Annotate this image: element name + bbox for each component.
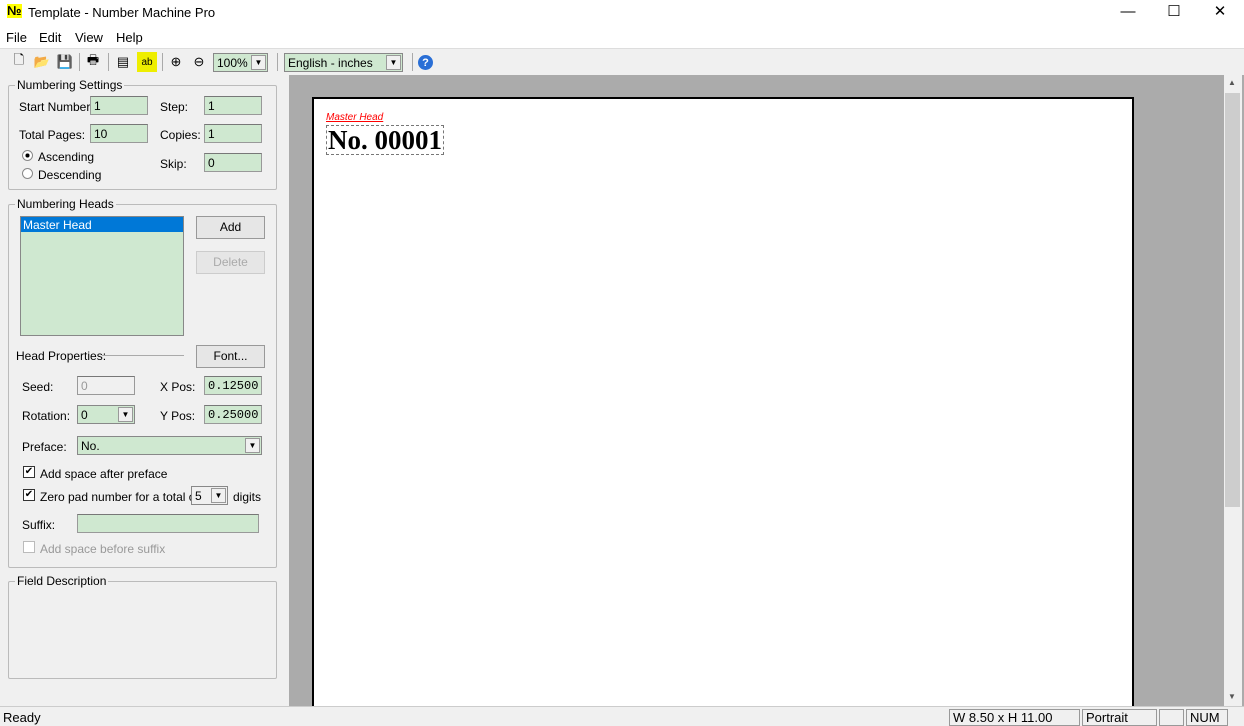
preface-select[interactable]: No. ▼ [77, 436, 262, 455]
chevron-down-icon: ▼ [251, 55, 266, 70]
number-head[interactable]: No. 00001 [326, 125, 444, 155]
y-pos-label: Y Pos: [160, 409, 196, 423]
group-title: Field Description [15, 574, 109, 588]
delete-button[interactable]: Delete [196, 251, 265, 274]
seed-label: Seed: [22, 380, 54, 394]
x-pos-input[interactable]: 0.12500 [204, 376, 262, 395]
add-space-after-label: Add space after preface [40, 467, 168, 481]
digits-select[interactable]: 5 ▼ [191, 486, 228, 505]
group-title: Numbering Heads [15, 197, 116, 211]
chevron-down-icon: ▼ [245, 438, 260, 453]
total-pages-label: Total Pages: [19, 128, 86, 142]
add-space-before-label: Add space before suffix [40, 542, 166, 556]
zoom-out-icon[interactable]: ⊖ [189, 52, 209, 72]
divider [102, 355, 184, 356]
scroll-down-icon[interactable]: ▼ [1228, 692, 1236, 701]
font-button[interactable]: Font... [196, 345, 265, 368]
chevron-down-icon: ▼ [386, 55, 401, 70]
ascending-label: Ascending [38, 150, 95, 164]
add-space-before-checkbox[interactable] [23, 541, 35, 553]
add-space-after-checkbox[interactable]: ✔ [23, 466, 35, 478]
seed-input[interactable]: 0 [77, 376, 135, 395]
step-label: Step: [160, 100, 189, 114]
group-title: Numbering Settings [15, 78, 125, 92]
status-bar: Ready W 8.50 x H 11.00 Portrait NUM [0, 706, 1244, 726]
page-size-status: W 8.50 x H 11.00 [949, 709, 1080, 726]
help-icon[interactable]: ? [418, 55, 433, 70]
zero-pad-label: Zero pad number for a total of [40, 490, 199, 504]
save-icon[interactable]: 💾 [55, 52, 75, 72]
zoom-select[interactable]: 100% ▼ [213, 53, 268, 72]
status-text: Ready [3, 710, 41, 725]
zero-pad-checkbox[interactable]: ✔ [23, 489, 35, 501]
skip-label: Skip: [160, 157, 187, 171]
suffix-label: Suffix: [22, 518, 56, 532]
preface-label: Preface: [22, 440, 67, 454]
start-number-label: Start Number: [19, 100, 94, 114]
chevron-down-icon: ▼ [211, 488, 226, 503]
menu-help[interactable]: Help [116, 30, 143, 45]
descending-label: Descending [38, 168, 102, 182]
menu-view[interactable]: View [75, 30, 103, 45]
num-lock-status: NUM [1186, 709, 1228, 726]
orientation-status: Portrait [1082, 709, 1157, 726]
window-title: Template - Number Machine Pro [28, 5, 216, 20]
rotation-label: Rotation: [22, 409, 71, 423]
menu-file[interactable]: File [6, 30, 27, 45]
heads-list[interactable]: Master Head [20, 216, 184, 336]
open-icon[interactable]: 📂 [32, 52, 52, 72]
step-input[interactable]: 1 [204, 96, 262, 115]
y-pos-input[interactable]: 0.25000 [204, 405, 262, 424]
rotation-select[interactable]: 0 ▼ [77, 405, 135, 424]
page-canvas[interactable]: Master Head No. 00001 [312, 97, 1134, 717]
x-pos-label: X Pos: [160, 380, 196, 394]
menu-edit[interactable]: Edit [39, 30, 61, 45]
close-button[interactable]: ✕ [1197, 0, 1243, 26]
vertical-scrollbar[interactable]: ▲ ▼ [1224, 75, 1242, 706]
scroll-up-icon[interactable]: ▲ [1228, 78, 1236, 87]
copies-label: Copies: [160, 128, 201, 142]
minimize-button[interactable]: — [1105, 0, 1151, 26]
print-icon[interactable]: 🖶 [83, 52, 103, 72]
toolbar: 🗋 📂 💾 🖶 ▤ ab ⊕ ⊖ 100% ▼ English - inches ▼… [0, 48, 1244, 74]
menu-bar: File Edit View Help [0, 26, 1244, 48]
scroll-thumb[interactable] [1225, 93, 1240, 507]
units-select[interactable]: English - inches ▼ [284, 53, 403, 72]
head-properties-label: Head Properties: [16, 349, 107, 363]
field-description-group: Field Description [8, 574, 277, 679]
head-label: Master Head [326, 112, 384, 123]
new-icon[interactable]: 🗋 [9, 52, 29, 72]
app-logo-icon: № [7, 3, 22, 18]
start-number-input[interactable]: 1 [90, 96, 148, 115]
skip-input[interactable]: 0 [204, 153, 262, 172]
add-button[interactable]: Add [196, 216, 265, 239]
copies-input[interactable]: 1 [204, 124, 262, 143]
suffix-input[interactable] [77, 514, 259, 533]
properties-icon[interactable]: ▤ [113, 52, 133, 72]
title-bar: № Template - Number Machine Pro — ☐ ✕ [0, 0, 1244, 26]
zoom-in-icon[interactable]: ⊕ [166, 52, 186, 72]
total-pages-input[interactable]: 10 [90, 124, 148, 143]
ascending-radio[interactable] [22, 150, 33, 161]
chevron-down-icon: ▼ [118, 407, 133, 422]
spelling-icon[interactable]: ab [137, 52, 157, 72]
maximize-button[interactable]: ☐ [1151, 0, 1197, 26]
descending-radio[interactable] [22, 168, 33, 179]
status-empty [1159, 709, 1184, 726]
digits-label: digits [233, 490, 262, 504]
list-item[interactable]: Master Head [21, 217, 183, 232]
